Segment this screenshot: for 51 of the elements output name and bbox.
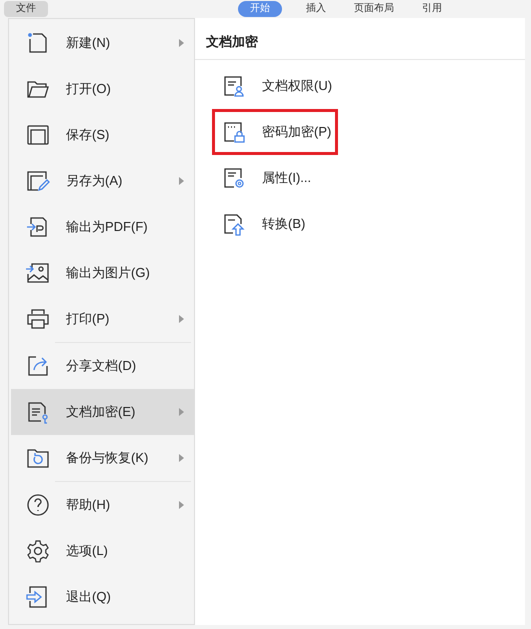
- menu-item[interactable]: 帮助(H): [11, 482, 194, 528]
- settings-icon: [26, 539, 50, 563]
- menu-item-label: 文档加密(E): [66, 403, 136, 422]
- ribbon-tab[interactable]: 页面布局: [350, 1, 398, 17]
- menu-item-label: 分享文档(D): [66, 357, 138, 376]
- menu-item-label: 打开(O): [66, 80, 112, 98]
- menu-item-label: 输出为PDF(F): [66, 218, 149, 236]
- submenu-title: 文档加密: [206, 34, 258, 49]
- printer-icon: [26, 307, 50, 331]
- ribbon-tab[interactable]: 插入: [302, 1, 330, 17]
- submenu-item[interactable]: 文档权限(U): [212, 63, 338, 109]
- menu-item-label: 退出(Q): [66, 588, 112, 606]
- menu-item-label: 打印(P): [66, 310, 110, 328]
- menu-item[interactable]: 备份与恢复(K): [11, 435, 194, 481]
- share-icon: [26, 354, 50, 378]
- menu-item[interactable]: 退出(Q): [11, 574, 194, 620]
- save-icon: [26, 123, 50, 147]
- menu-item[interactable]: 文档加密(E): [11, 389, 194, 435]
- document-key-icon: [26, 400, 50, 424]
- menu-item[interactable]: 分享文档(D): [11, 343, 194, 389]
- document-lock-icon: [222, 120, 246, 144]
- document-upload-icon: [222, 212, 246, 236]
- submenu-item-label: 密码加密(P): [262, 123, 332, 142]
- help-icon: [26, 493, 50, 517]
- menu-item-label: 保存(S): [66, 126, 110, 144]
- menu-item[interactable]: 输出为PDF(F): [11, 204, 194, 250]
- submenu-item[interactable]: 转换(B): [212, 201, 338, 247]
- menu-item[interactable]: 打开(O): [11, 66, 194, 112]
- menu-item[interactable]: 保存(S): [11, 112, 194, 158]
- menu-item[interactable]: 另存为(A): [11, 158, 194, 204]
- document-gear-icon: [222, 166, 246, 190]
- submenu-item[interactable]: 密码加密(P): [212, 109, 338, 155]
- ribbon-tab[interactable]: 引用: [418, 1, 446, 17]
- document-user-icon: [222, 74, 246, 98]
- submenu-item-label: 属性(I)...: [262, 169, 312, 188]
- submenu-item-label: 文档权限(U): [262, 77, 332, 96]
- menu-item-label: 备份与恢复(K): [66, 449, 150, 468]
- menu-item-label: 帮助(H): [66, 496, 112, 514]
- menu-item-label: 输出为图片(G): [66, 264, 151, 282]
- file-menu-button[interactable]: 文件: [4, 1, 48, 17]
- menu-item-label: 新建(N): [66, 34, 112, 52]
- menu-item[interactable]: 输出为图片(G): [11, 250, 194, 296]
- menu-item-label: 选项(L): [66, 542, 109, 560]
- submenu-item[interactable]: 属性(I)...: [212, 155, 338, 201]
- export-image-icon: [26, 261, 50, 285]
- menu-item[interactable]: 打印(P): [11, 296, 194, 342]
- submenu-item-label: 转换(B): [262, 215, 306, 234]
- save-as-icon: [26, 169, 50, 193]
- menu-item-label: 另存为(A): [66, 172, 124, 190]
- menu-item[interactable]: 选项(L): [11, 528, 194, 574]
- menu-item[interactable]: 新建(N): [11, 20, 194, 66]
